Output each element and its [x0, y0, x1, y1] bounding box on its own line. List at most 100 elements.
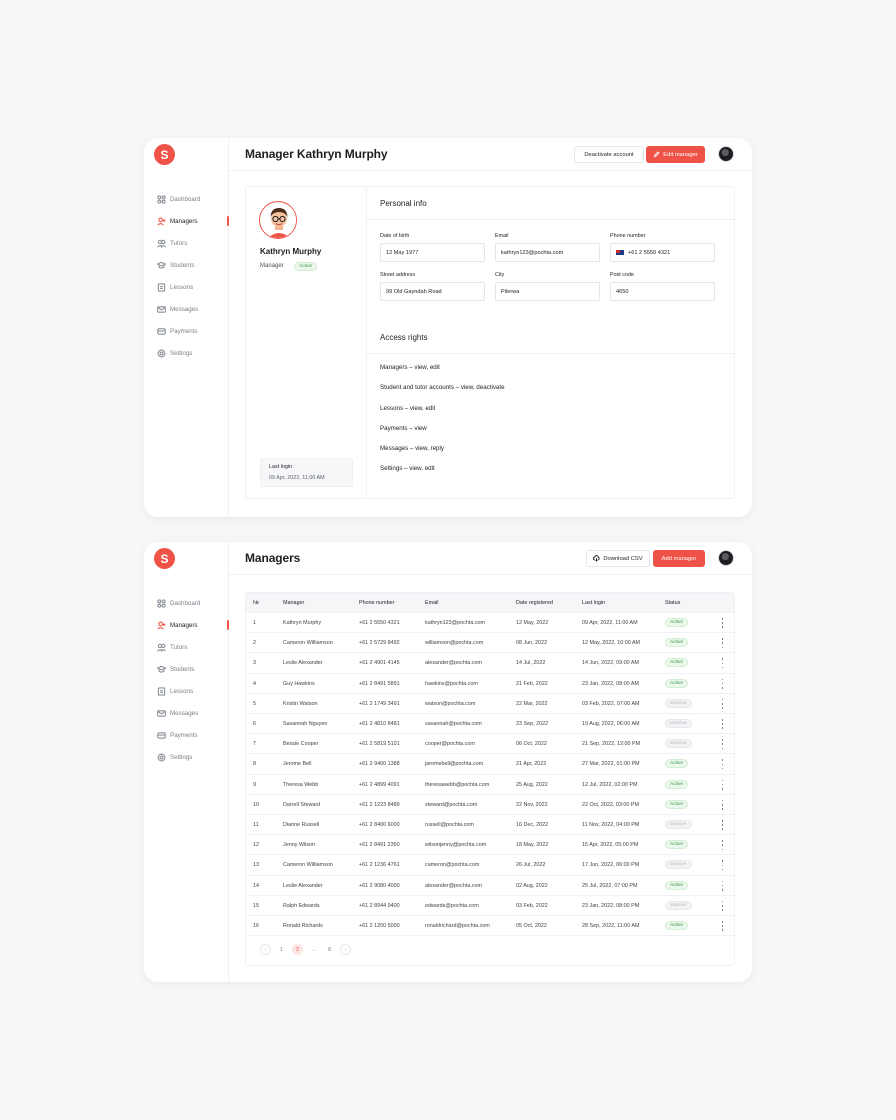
page-button[interactable]: 8 [324, 944, 335, 955]
page-button[interactable]: 1 [276, 944, 287, 955]
status-badge: Active [665, 880, 689, 890]
more-options-icon[interactable] [721, 921, 724, 931]
more-options-icon[interactable] [721, 840, 724, 851]
table-row[interactable]: 9 Theresa Webb +61 2 4899 4091 theresawebb@… [246, 775, 734, 795]
table-row[interactable]: 16 Ronald Richards +61 2 1200 5000 ronaldri… [246, 916, 734, 937]
sidebar-item-dashboard[interactable]: Dashboard [144, 592, 229, 614]
column-status-header[interactable]: Status [665, 600, 680, 606]
sidebar: S Dashboard Managers Tutors Students Lessons… [144, 138, 229, 517]
column-phone-cell: +61 2 8400 6000 [359, 822, 400, 828]
add-manager-button[interactable]: Add manager [653, 550, 705, 567]
table-row[interactable]: 5 Kristin Watson +61 2 1749 3491 watson@poc… [246, 694, 734, 714]
more-options-icon[interactable] [721, 900, 724, 911]
column-date-registered-cell: 26 Jul, 2022 [516, 862, 546, 869]
column-phone-header[interactable]: Phone number [359, 600, 394, 606]
more-options-icon[interactable] [721, 799, 724, 810]
street-input[interactable]: 99 Old Gayndah Road [380, 282, 485, 301]
column-phone-cell: +61 2 4810 8481 [359, 721, 400, 727]
sidebar-item-tutors[interactable]: Tutors [144, 232, 229, 254]
table-row[interactable]: 3 Leslie Alexander +61 2 4901 4145 alexande… [246, 653, 734, 674]
more-options-icon[interactable] [721, 638, 724, 649]
sidebar-item-dashboard[interactable]: Dashboard [144, 188, 229, 210]
more-options-icon[interactable] [721, 678, 724, 689]
sidebar-item-payments[interactable]: Payments [144, 320, 229, 342]
sidebar-item-students[interactable]: Students [144, 658, 229, 680]
edit-manager-button[interactable]: Edit manager [646, 146, 705, 163]
table-row[interactable]: 12 Jenny Wilson +61 2 8491 2350 wilsonjenny… [246, 835, 734, 856]
table-row[interactable]: 13 Cameron Williamson +61 2 1236 4761 camer… [246, 855, 734, 876]
column-date-registered-cell: 06 Oct, 2022 [516, 741, 547, 748]
more-options-icon[interactable] [721, 658, 724, 669]
post-code-input[interactable]: 4650 [610, 282, 715, 301]
table-row[interactable]: 8 Jerome Bell +61 2 9400 1388 jaromebell@po… [246, 754, 734, 775]
next-page-button[interactable]: › [340, 944, 351, 955]
more-options-icon[interactable] [721, 860, 724, 871]
city-input[interactable]: Pilerwa [495, 282, 600, 301]
column-last-login-cell: 21 Sep, 2022, 12:00 PM [582, 741, 641, 748]
more-options-icon[interactable] [721, 698, 724, 709]
street-field: Street address 99 Old Gayndah Road [380, 272, 485, 301]
user-avatar[interactable] [718, 550, 734, 566]
column-date-registered-cell: 21 Apr, 2022 [516, 761, 547, 768]
more-options-icon[interactable] [721, 880, 724, 891]
more-options-icon[interactable] [721, 739, 724, 750]
more-options-icon[interactable] [721, 719, 724, 729]
column-number-cell: 11 [253, 822, 259, 828]
sidebar-item-payments[interactable]: Payments [144, 724, 229, 746]
access-right-item: Payments – view [380, 425, 427, 432]
column-phone-cell: +61 2 1223 8489 [359, 801, 400, 808]
column-number-cell: 1 [253, 620, 256, 626]
sidebar-item-lessons[interactable]: Lessons [144, 680, 229, 702]
prev-page-button[interactable]: ‹ [260, 944, 271, 955]
column-manager-cell: Dianne Russell [283, 822, 320, 828]
column-date-registered-header[interactable]: Date registered [516, 600, 553, 606]
column-manager-header[interactable]: Manager [283, 600, 304, 606]
column-date-registered-cell: 03 Feb, 2022 [516, 902, 548, 909]
column-last-login-cell: 19 Aug, 2022, 06:00 AM [582, 721, 640, 727]
sidebar-item-label: Messages [170, 709, 199, 717]
status-cell: Active [665, 759, 689, 769]
column-email-cell: cooper@pochta.com [425, 741, 475, 748]
sidebar-item-settings[interactable]: Settings [144, 342, 229, 364]
column-last-login-header[interactable]: Last login [582, 600, 605, 606]
table-row[interactable]: 11 Dianne Russell +61 2 8400 6000 russell@p… [246, 815, 734, 836]
dob-input[interactable]: 12 May 1977 [380, 243, 485, 262]
column-email-header[interactable]: Email [425, 600, 438, 606]
table-row[interactable]: 7 Bessie Cooper +61 2 5819 5101 cooper@poch… [246, 734, 734, 755]
sidebar-item-messages[interactable]: Messages [144, 298, 229, 320]
download-csv-button[interactable]: Download CSV [586, 550, 650, 567]
table-row[interactable]: 14 Leslie Alexander +61 2 9080 4000 alexand… [246, 876, 734, 896]
status-badge: Active [665, 779, 689, 789]
table-row[interactable]: 6 Savannah Nguyen +61 2 4810 8481 savannah@… [246, 714, 734, 735]
status-cell: Active [665, 880, 689, 890]
more-options-icon[interactable] [721, 618, 724, 628]
sidebar-item-lessons[interactable]: Lessons [144, 276, 229, 298]
column-number-header[interactable]: № [253, 600, 259, 606]
more-options-icon[interactable] [721, 759, 724, 770]
email-input[interactable]: kathryn123@pochta.com [495, 243, 600, 262]
topbar: Managers Download CSV Add manager [229, 542, 752, 575]
table-row[interactable]: 1 Kathryn Murphy +61 2 5550 4321 kathryn123… [246, 613, 734, 634]
page-button[interactable]: 2 [292, 944, 303, 955]
column-number-cell: 9 [253, 781, 256, 788]
more-options-icon[interactable] [721, 820, 724, 830]
sidebar-item-tutors[interactable]: Tutors [144, 636, 229, 658]
app-logo[interactable]: S [154, 144, 175, 165]
sidebar-item-messages[interactable]: Messages [144, 702, 229, 724]
column-manager-cell: Cameron Williamson [283, 862, 333, 869]
table-row[interactable]: 15 Ralph Edwards +61 2 8944 9400 edwards@po… [246, 896, 734, 916]
table-row[interactable]: 10 Darrell Steward +61 2 1223 8489 steward@… [246, 795, 734, 815]
more-options-icon[interactable] [721, 779, 724, 790]
app-logo[interactable]: S [154, 548, 175, 569]
column-manager-cell: Theresa Webb [283, 781, 319, 788]
column-email-cell: alexander@pochta.com [425, 882, 483, 889]
sidebar-item-settings[interactable]: Settings [144, 746, 229, 768]
deactivate-account-button[interactable]: Deactivate account [574, 146, 644, 163]
phone-input[interactable]: +61 2 5550 4321 [610, 243, 715, 262]
table-row[interactable]: 4 Guy Hawkins +61 2 8491 5891 hawkins@pocht… [246, 674, 734, 694]
table-row[interactable]: 2 Cameron Williamson +61 2 5729 8492 willia… [246, 633, 734, 654]
sidebar-item-managers[interactable]: Managers [144, 210, 229, 232]
user-avatar[interactable] [718, 146, 734, 162]
sidebar-item-students[interactable]: Students [144, 254, 229, 276]
sidebar-item-managers[interactable]: Managers [144, 614, 229, 636]
